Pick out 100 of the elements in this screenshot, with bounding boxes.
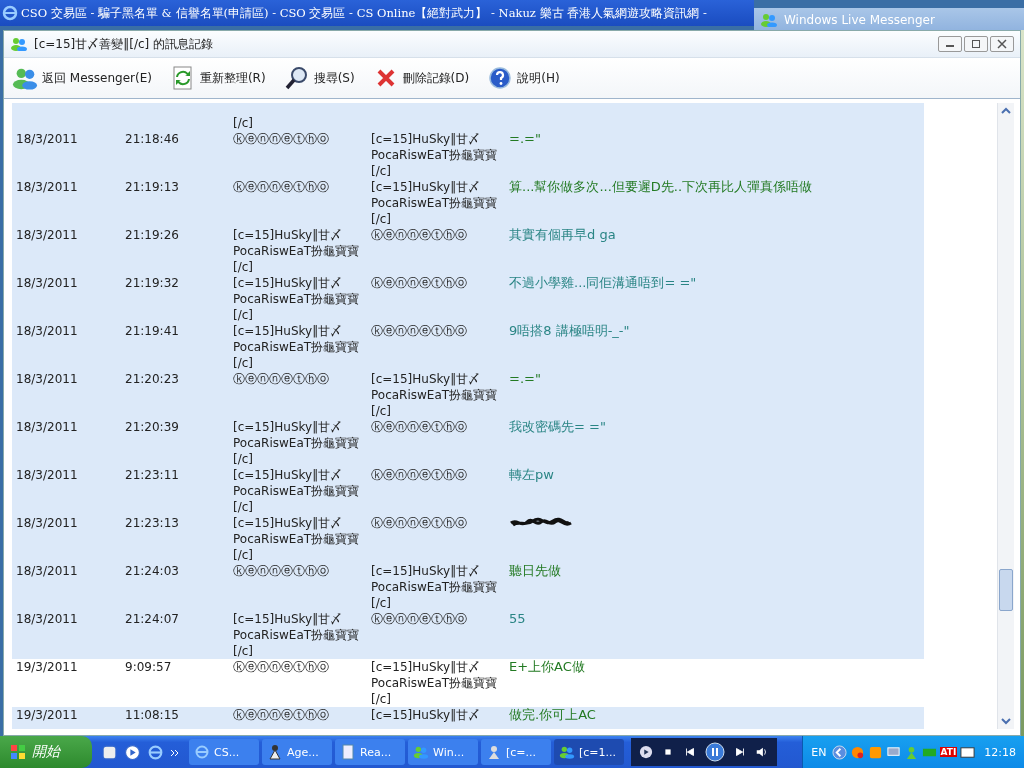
play-icon[interactable]	[639, 745, 653, 759]
buddies-icon	[760, 13, 778, 27]
toolbar-button[interactable]: 說明(H)	[485, 64, 562, 92]
date-cell-text: 18/3/2011	[15, 371, 79, 388]
date-cell-text: 18/3/2011	[15, 563, 79, 580]
buddies-icon	[413, 744, 429, 760]
browser-e-icon[interactable]	[147, 743, 164, 761]
date-cell-text: 18/3/2011	[15, 611, 79, 628]
windows-flag-icon	[10, 744, 26, 760]
recipient-cell-text: [c=15]HuSky‖甘〆 PocaRiswEaT扮龜寶寶 [/c]	[371, 131, 499, 179]
buddies-icon	[12, 66, 38, 90]
message-row[interactable]: 18/3/2011 21:18:46 ⓚⓔⓝⓝⓔⓣⓗⓞ [c=15]HuSky‖甘〆 PocaRiswEaT扮龜寶寶 [/c] =.="	[12, 131, 924, 179]
vertical-scrollbar[interactable]	[997, 103, 1014, 729]
taskbar-button[interactable]: [c=...	[481, 739, 551, 765]
message-row[interactable]: 19/3/2011 11:08:15 ⓚⓔⓝⓝⓔⓣⓗⓞ [c=15]HuSky‖甘〆 做完.你可上AC	[12, 707, 924, 729]
next-icon[interactable]	[733, 745, 747, 759]
date-cell-text: 18/3/2011	[15, 323, 79, 340]
message-text: 我改密碼先= ="	[509, 419, 606, 434]
sender-cell-text: [c=15]HuSky‖甘〆 PocaRiswEaT扮龜寶寶 [/c]	[233, 275, 361, 323]
toolbar-button[interactable]: 刪除記錄(D)	[370, 64, 472, 92]
pause-icon[interactable]	[705, 742, 725, 762]
browser-window-title: CSO 交易區 - 騙子黑名單 & 信譽名單(申請區) - CSO 交易區 - CS Online【絕對武力】 - Nakuz 樂古 香港人氣網遊攻略資訊網 -	[21, 5, 707, 21]
message-row[interactable]: 18/3/2011 21:19:26 [c=15]HuSky‖甘〆 PocaRiswEaT扮龜寶寶 [/c] ⓚⓔⓝⓝⓔⓣⓗⓞ 其實有個再早d ga	[12, 227, 924, 275]
time-cell-text: 21:20:23	[125, 371, 180, 388]
message-text: E+上你AC做	[509, 659, 585, 674]
sender-cell-text: [c=15]HuSky‖甘〆 PocaRiswEaT扮龜寶寶 [/c]	[233, 419, 361, 467]
previous-icon[interactable]	[683, 745, 697, 759]
sender-cell-text: [/c]	[233, 115, 254, 131]
taskbar-button[interactable]: CS...	[189, 739, 259, 765]
toolbar-button[interactable]: 搜尋(S)	[281, 64, 357, 92]
media-player-icon[interactable]	[124, 743, 141, 761]
maximize-icon	[971, 39, 981, 49]
date-cell-text: 18/3/2011	[15, 515, 79, 532]
person-icon	[486, 744, 502, 760]
browser-e-icon	[2, 5, 18, 21]
recipient-cell-text: ⓚⓔⓝⓝⓔⓣⓗⓞ	[371, 323, 468, 340]
message-row[interactable]: 18/3/2011 21:24:03 ⓚⓔⓝⓝⓔⓣⓗⓞ [c=15]HuSky‖甘〆 PocaRiswEaT扮龜寶寶 [/c] 聽日先做	[12, 563, 924, 611]
message-row[interactable]: 18/3/2011 21:24:07 [c=15]HuSky‖甘〆 PocaRiswEaT扮龜寶寶 [/c] ⓚⓔⓝⓝⓔⓣⓗⓞ 55	[12, 611, 924, 659]
time-cell-text: 21:23:13	[125, 515, 180, 532]
message-row[interactable]: 18/3/2011 21:19:32 [c=15]HuSky‖甘〆 PocaRiswEaT扮龜寶寶 [/c] ⓚⓔⓝⓝⓔⓣⓗⓞ 不過小學雞...同佢溝通唔到= ="	[12, 275, 924, 323]
time-cell-text: 11:08:15	[125, 707, 180, 724]
toolbar-button[interactable]: 重新整理(R)	[167, 64, 268, 92]
date-cell-text: 19/3/2011	[15, 707, 79, 724]
sender-cell-text: ⓚⓔⓝⓝⓔⓣⓗⓞ	[233, 371, 330, 388]
message-text: =.="	[509, 371, 541, 386]
desktop-shortcut-icon[interactable]	[101, 743, 118, 761]
time-cell-text: 9:09:57	[125, 659, 173, 676]
volume-icon[interactable]	[755, 745, 769, 759]
browser-e-icon	[194, 744, 210, 760]
message-text: 9唔搭8 講極唔明-_-"	[509, 323, 630, 338]
message-text: 55	[509, 611, 526, 626]
date-cell-text: 18/3/2011	[15, 467, 79, 484]
time-cell-text: 21:19:26	[125, 227, 180, 244]
ati-tray-icon[interactable]: ATI	[939, 747, 958, 757]
sender-cell-text: ⓚⓔⓝⓝⓔⓣⓗⓞ	[233, 179, 330, 196]
message-row[interactable]: 18/3/2011 21:23:13 [c=15]HuSky‖甘〆 PocaRiswEaT扮龜寶寶 [/c] ⓚⓔⓝⓝⓔⓣⓗⓞ	[12, 515, 924, 563]
date-cell-text: 18/3/2011	[15, 275, 79, 292]
date-cell-text: 18/3/2011	[15, 179, 79, 196]
minimize-button[interactable]	[938, 36, 962, 52]
message-row[interactable]: 18/3/2011 21:20:23 ⓚⓔⓝⓝⓔⓣⓗⓞ [c=15]HuSky‖甘〆 PocaRiswEaT扮龜寶寶 [/c] =.="	[12, 371, 924, 419]
date-cell-text: 18/3/2011	[15, 131, 79, 148]
time-cell-text: 21:24:07	[125, 611, 180, 628]
message-text: 聽日先做	[509, 563, 561, 578]
message-text: 做完.你可上AC	[509, 707, 596, 722]
sender-cell-text: ⓚⓔⓝⓝⓔⓣⓗⓞ	[233, 707, 330, 724]
message-row[interactable]: 18/3/2011 21:19:41 [c=15]HuSky‖甘〆 PocaRiswEaT扮龜寶寶 [/c] ⓚⓔⓝⓝⓔⓣⓗⓞ 9唔搭8 講極唔明-_-"	[12, 323, 924, 371]
sender-cell-text: ⓚⓔⓝⓝⓔⓣⓗⓞ	[233, 563, 330, 580]
start-button[interactable]: 開始	[0, 736, 92, 768]
message-text: 轉左pw	[509, 467, 554, 482]
maximize-button[interactable]	[964, 36, 988, 52]
taskbar-button[interactable]: Age...	[262, 739, 332, 765]
message-row[interactable]: 18/3/2011 21:20:39 [c=15]HuSky‖甘〆 PocaRiswEaT扮龜寶寶 [/c] ⓚⓔⓝⓝⓔⓣⓗⓞ 我改密碼先= ="	[12, 419, 924, 467]
recipient-cell-text: [c=15]HuSky‖甘〆 PocaRiswEaT扮龜寶寶 [/c]	[371, 659, 499, 707]
message-text: 不過小學雞...同佢溝通唔到= ="	[509, 275, 697, 290]
time-cell-text: 21:19:13	[125, 179, 180, 196]
message-text: 算...幫你做多次...但要遲D先..下次再比人彈真係唔做	[509, 179, 813, 194]
recipient-cell-text: ⓚⓔⓝⓝⓔⓣⓗⓞ	[371, 515, 468, 532]
taskbar-button[interactable]: Win...	[408, 739, 478, 765]
message-row[interactable]: 18/3/2011 21:23:11 [c=15]HuSky‖甘〆 PocaRiswEaT扮龜寶寶 [/c] ⓚⓔⓝⓝⓔⓣⓗⓞ 轉左pw	[12, 467, 924, 515]
sender-cell-text: ⓚⓔⓝⓝⓔⓣⓗⓞ	[233, 131, 330, 148]
messenger-window-title: Windows Live Messenger	[784, 13, 935, 27]
sender-cell-text: [c=15]HuSky‖甘〆 PocaRiswEaT扮龜寶寶 [/c]	[233, 467, 361, 515]
taskbar-button[interactable]: Rea...	[335, 739, 405, 765]
message-row[interactable]: 18/3/2011 21:19:13 ⓚⓔⓝⓝⓔⓣⓗⓞ [c=15]HuSky‖甘〆 PocaRiswEaT扮龜寶寶 [/c] 算...幫你做多次...但要遲D先..下次再比人彈真係唔做	[12, 179, 924, 227]
toolbar-button[interactable]: 返回 Messenger(E)	[10, 64, 154, 92]
time-cell-text: 21:24:03	[125, 563, 180, 580]
time-cell-text: 21:19:41	[125, 323, 180, 340]
scroll-thumb[interactable]	[999, 569, 1013, 611]
time-cell-text: 21:18:46	[125, 131, 180, 148]
close-button[interactable]	[990, 36, 1014, 52]
figure-icon	[267, 744, 283, 760]
recipient-cell-text: ⓚⓔⓝⓝⓔⓣⓗⓞ	[371, 275, 468, 292]
collapse-icon[interactable]	[831, 744, 847, 760]
buddies-icon	[559, 744, 575, 760]
chevron-icon[interactable]	[170, 747, 180, 758]
time-cell-text: 21:23:11	[125, 467, 180, 484]
close-icon	[997, 39, 1007, 49]
message-text: =.="	[509, 131, 541, 146]
taskbar-button[interactable]: [c=1...	[554, 739, 624, 765]
recipient-cell-text: ⓚⓔⓝⓝⓔⓣⓗⓞ	[371, 611, 468, 628]
